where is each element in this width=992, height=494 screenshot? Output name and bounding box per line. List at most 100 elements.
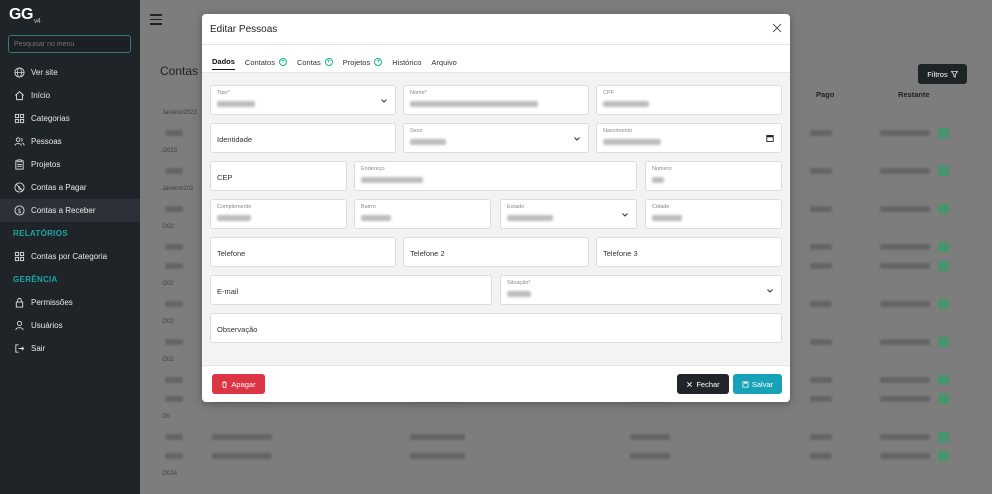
cell-value-blurred xyxy=(165,453,183,459)
group-label: /202 xyxy=(162,224,174,230)
field-label: CPF xyxy=(603,90,614,96)
group-label: /202 xyxy=(162,281,174,287)
cpf-field[interactable]: CPF xyxy=(596,85,782,115)
sexo-select[interactable]: Sexo xyxy=(403,123,589,153)
sidebar-item-usuarios[interactable]: Usuários xyxy=(0,314,140,337)
group-label: /202 xyxy=(162,319,174,325)
form-body: Tipo* Nome* CPF Identidade Sexo Nascimen… xyxy=(202,73,790,365)
field-placeholder: Telefone 2 xyxy=(410,249,445,258)
field-label: Complemento xyxy=(217,204,252,210)
calendar-icon[interactable] xyxy=(766,134,774,142)
tipo-select[interactable]: Tipo* xyxy=(210,85,396,115)
sidebar-item-label: Contas a Receber xyxy=(31,206,96,215)
edit-person-modal: Editar Pessoas Dados Contatos + Contas + P… xyxy=(202,14,790,402)
nome-field[interactable]: Nome* xyxy=(403,85,589,115)
sidebar-item-pessoas[interactable]: Pessoas xyxy=(0,130,140,153)
field-value-blurred xyxy=(652,177,664,183)
tab-arquivo[interactable]: Arquivo xyxy=(431,58,456,70)
cidade-field[interactable]: Cidade xyxy=(645,199,782,229)
save-button[interactable]: Salvar xyxy=(733,374,782,394)
bairro-field[interactable]: Bairro xyxy=(354,199,491,229)
nascimento-field[interactable]: Nascimento xyxy=(596,123,782,153)
field-label: Bairro xyxy=(361,204,376,210)
field-label: Sexo xyxy=(410,128,423,134)
menu-search-input[interactable] xyxy=(8,35,131,53)
table-row xyxy=(160,427,972,446)
status-icon[interactable] xyxy=(938,128,949,138)
tab-projetos[interactable]: Projetos + xyxy=(343,58,383,70)
cell-value-blurred xyxy=(810,453,832,459)
column-header-pago: Pago xyxy=(816,90,835,99)
plus-circle-icon[interactable]: + xyxy=(374,58,383,66)
close-button[interactable]: Fechar xyxy=(677,374,729,394)
tab-contatos[interactable]: Contatos + xyxy=(245,58,287,70)
sidebar-item-label: Contas por Categoria xyxy=(31,252,108,261)
estado-select[interactable]: Estado xyxy=(500,199,637,229)
complemento-field[interactable]: Complemento xyxy=(210,199,347,229)
filter-button[interactable]: Filtros xyxy=(918,64,967,84)
status-icon[interactable] xyxy=(938,337,949,347)
group-label: /202 xyxy=(162,357,174,363)
telefone-field[interactable]: Telefone xyxy=(210,237,396,267)
status-icon[interactable] xyxy=(938,261,949,271)
logout-icon xyxy=(13,343,25,355)
grid-icon xyxy=(13,113,25,125)
clipboard-icon xyxy=(13,159,25,171)
status-icon[interactable] xyxy=(938,204,949,214)
status-icon[interactable] xyxy=(938,451,949,461)
close-icon[interactable] xyxy=(772,23,782,33)
cell-value-blurred xyxy=(810,130,832,136)
cell-value-blurred xyxy=(880,263,930,269)
tab-label: Arquivo xyxy=(431,57,457,67)
sidebar-item-inicio[interactable]: Início xyxy=(0,84,140,107)
cell-value-blurred xyxy=(165,206,183,212)
sidebar-item-categorias[interactable]: Categorias xyxy=(0,107,140,130)
tab-contas[interactable]: Contas + xyxy=(297,58,333,70)
cell-value-blurred xyxy=(410,453,465,459)
sidebar-item-permissoes[interactable]: Permissões xyxy=(0,291,140,314)
sidebar-item-label: Sair xyxy=(31,344,46,353)
status-icon[interactable] xyxy=(938,166,949,176)
sidebar-item-sair[interactable]: Sair xyxy=(0,337,140,360)
tab-historico[interactable]: Histórico xyxy=(392,58,421,70)
telefone-2-field[interactable]: Telefone 2 xyxy=(403,237,589,267)
plus-circle-icon[interactable]: + xyxy=(324,58,333,66)
plus-circle-icon[interactable]: + xyxy=(278,58,287,66)
modal-title: Editar Pessoas xyxy=(210,24,278,35)
filter-icon xyxy=(950,70,958,78)
field-placeholder: Identidade xyxy=(217,135,253,144)
sidebar-item-projetos[interactable]: Projetos xyxy=(0,153,140,176)
tab-dados[interactable]: Dados xyxy=(212,57,235,70)
brand-logo[interactable]: GGv4 xyxy=(9,6,41,25)
cell-value-blurred xyxy=(212,453,272,459)
close-button-label: Fechar xyxy=(696,379,720,389)
menu-toggle-icon[interactable] xyxy=(150,14,162,25)
field-placeholder: Observação xyxy=(217,325,258,334)
status-icon[interactable] xyxy=(938,242,949,252)
email-field[interactable]: E-mail xyxy=(210,275,492,305)
sidebar-item-contas-a-receber[interactable]: $ Contas a Receber xyxy=(0,199,140,222)
identidade-field[interactable]: Identidade xyxy=(210,123,396,153)
situacao-select[interactable]: Situação* xyxy=(500,275,782,305)
sidebar-item-contas-por-categoria[interactable]: Contas por Categoria xyxy=(0,245,140,268)
status-icon[interactable] xyxy=(938,299,949,309)
sidebar-item-ver-site[interactable]: Ver site xyxy=(0,61,140,84)
status-icon[interactable] xyxy=(938,432,949,442)
sidebar-item-contas-a-pagar[interactable]: $ Contas a Pagar xyxy=(0,176,140,199)
cell-value-blurred xyxy=(880,130,930,136)
observacao-textarea[interactable]: Observação xyxy=(210,313,782,343)
endereco-field[interactable]: Endereço xyxy=(354,161,637,191)
delete-button[interactable]: Apagar xyxy=(212,374,265,394)
group-label: /2023 xyxy=(162,148,178,154)
chevron-down-icon xyxy=(574,137,580,141)
telefone-3-field[interactable]: Telefone 3 xyxy=(596,237,782,267)
group-label: Janeiro/202 xyxy=(162,186,194,192)
trash-icon xyxy=(222,380,228,388)
status-icon[interactable] xyxy=(938,375,949,385)
cep-field[interactable]: CEP xyxy=(210,161,347,191)
tab-label: Projetos xyxy=(342,57,371,67)
status-icon[interactable] xyxy=(938,394,949,404)
numero-field[interactable]: Número xyxy=(645,161,782,191)
cell-value-blurred xyxy=(810,339,832,345)
field-label: Nome* xyxy=(410,90,427,96)
